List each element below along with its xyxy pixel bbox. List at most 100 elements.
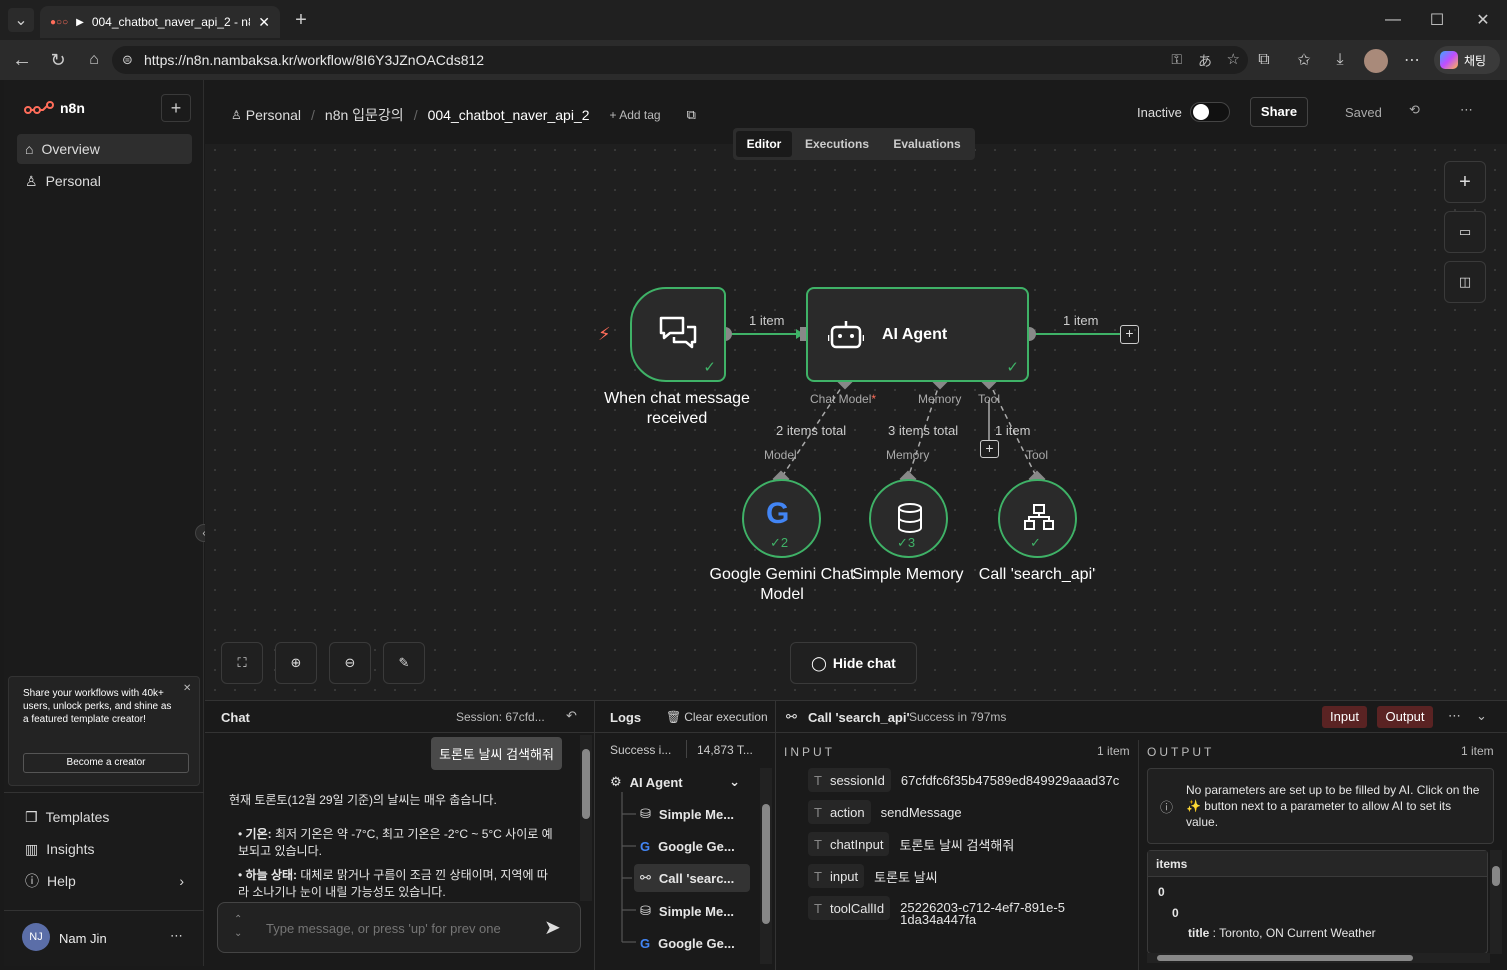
agent-node-label: AI Agent [882,326,948,343]
scroll-thumb[interactable] [1492,866,1500,886]
text-type-icon: T [814,868,822,884]
clear-execution-label: Clear execution [684,710,768,724]
field-key: input [829,868,859,884]
scroll-thumb[interactable] [762,804,770,924]
become-creator-button[interactable]: Become a creator [23,753,189,773]
sidebar-item-insights[interactable]: ▥ Insights [17,834,192,864]
google-icon: G [766,497,790,530]
scroll-thumb[interactable] [1157,955,1413,961]
tree-index[interactable]: 0 [1158,885,1165,899]
send-icon[interactable]: ➤ [544,915,561,940]
fit-view-button[interactable]: ⛶ [221,642,263,684]
output-scrollbar[interactable] [1490,850,1502,954]
node-ai-agent[interactable]: AI Agent ✓ [806,287,1029,382]
log-row-gemini[interactable]: G Google Ge... [640,832,750,860]
sidebar-item-label: Help [47,873,76,889]
zoom-out-icon: ⊖ [344,655,356,670]
input-label-model: Model [764,448,797,462]
log-row-memory[interactable]: ⛁ Simple Me... [640,800,750,828]
divider [4,910,204,911]
database-icon: ⛁ [640,903,651,918]
input-label-memory: Memory [886,448,930,462]
chat-message-input[interactable] [266,917,526,939]
broom-icon: ✎ [398,655,410,670]
input-field-row: Taction sendMessage [808,800,962,824]
run-status: Success i... [610,743,672,757]
hide-chat-button[interactable]: ◯ Hide chat [790,642,917,684]
reset-session-icon[interactable]: ↶ [566,708,577,724]
chat-scrollbar[interactable] [580,735,592,901]
divider [205,732,594,733]
log-row-gemini[interactable]: G Google Ge... [640,929,750,957]
output-section-title: OUTPUT [1147,745,1215,759]
field-value: 토론토 날씨 검색해줘 [899,837,1015,853]
fit-view-icon: ⛶ [237,655,247,670]
scroll-thumb[interactable] [582,749,590,819]
output-toggle-button[interactable]: Output [1377,706,1433,728]
divider [686,740,687,758]
trigger-bolt-icon: ⚡ [598,324,611,344]
port-label-memory: Memory [918,392,962,406]
tidy-up-button[interactable]: ✎ [383,642,425,684]
zoom-in-button[interactable]: ⊕ [275,642,317,684]
collapse-panel-icon[interactable]: ⌄ [1476,708,1487,724]
add-next-node-icon[interactable]: + [1120,325,1139,344]
database-icon: ⛁ [640,806,651,821]
edge-item-count: 1 item [995,423,1031,438]
input-field-row: TchatInput 토론토 날씨 검색해줘 [808,832,1014,856]
session-id[interactable]: Session: 67cfd... [456,710,545,724]
chevron-down-icon[interactable]: ⌄ [729,774,740,790]
log-row-search-tool[interactable]: ⚯ Call 'searc... [634,864,750,892]
clear-execution-button[interactable]: 🗑 Clear execution [666,710,768,724]
chat-bubbles-icon [659,316,697,349]
node-chat-trigger[interactable]: ✓ [630,287,726,382]
history-arrows-icon[interactable]: ⌃ ⌄ [234,913,242,941]
input-toggle-button[interactable]: Input [1322,706,1367,728]
success-check-icon: ✓ [1030,535,1041,550]
tree-lines [621,792,636,943]
user-name: Nam Jin [59,931,107,946]
tree-index[interactable]: 0 [1172,906,1179,920]
field-key: toolCallId [829,900,885,916]
input-label-tool: Tool [1026,448,1049,462]
port-label-chat-model: Chat Model* [810,392,877,406]
text-type-icon: T [814,900,822,916]
sidebar-item-label: Templates [45,809,110,825]
database-icon [898,503,922,533]
node-memory[interactable]: ✓3 [869,479,948,558]
user-menu-icon[interactable]: ⋯ [170,928,183,944]
chat-icon: ◯ [811,654,827,671]
field-key: action [829,804,865,820]
add-tool-icon[interactable]: + [980,440,999,458]
text-type-icon: T [814,804,822,820]
edge-item-count: 1 item [1063,313,1099,328]
zoom-out-button[interactable]: ⊖ [329,642,371,684]
output-item-count: 1 item [1461,744,1494,758]
divider [1138,740,1139,970]
log-row-memory[interactable]: ⛁ Simple Me... [640,897,750,925]
divider [776,732,1507,733]
port-label-tool: Tool [978,392,1001,406]
sitemap-icon [1024,504,1054,530]
divider [594,701,595,970]
memory-node-label: Simple Memory [852,566,964,583]
edge-item-count: 3 items total [888,423,959,438]
edge-item-count: 2 items total [776,423,847,438]
tree-entry: title : Toronto, ON Current Weather [1188,926,1376,940]
sidebar-item-templates[interactable]: ❒ Templates [17,802,192,832]
detail-status: Success in 797ms [909,710,1007,724]
sidebar-item-help[interactable]: ⓘ Help › [17,866,192,896]
chart-icon: ▥ [25,840,39,857]
chat-input-box[interactable]: ⌃⌄ ➤ [217,902,581,953]
detail-menu-icon[interactable]: ⋯ [1448,708,1461,724]
node-search-tool[interactable]: ✓ [998,479,1077,558]
robot-icon: ⚙ [610,774,622,789]
output-hscrollbar[interactable] [1147,953,1490,963]
input-field-row: TsessionId 67cfdfc6f35b47589ed849929aaad3… [808,768,1119,792]
gemini-node-label: Google Gemini Chat Model [709,566,855,603]
avatar[interactable]: NJ [22,923,50,951]
node-gemini[interactable]: G ✓2 [742,479,821,558]
logs-scrollbar[interactable] [760,768,772,964]
sidebar-item-label: Insights [46,841,95,857]
logs-title: Logs [610,710,642,725]
